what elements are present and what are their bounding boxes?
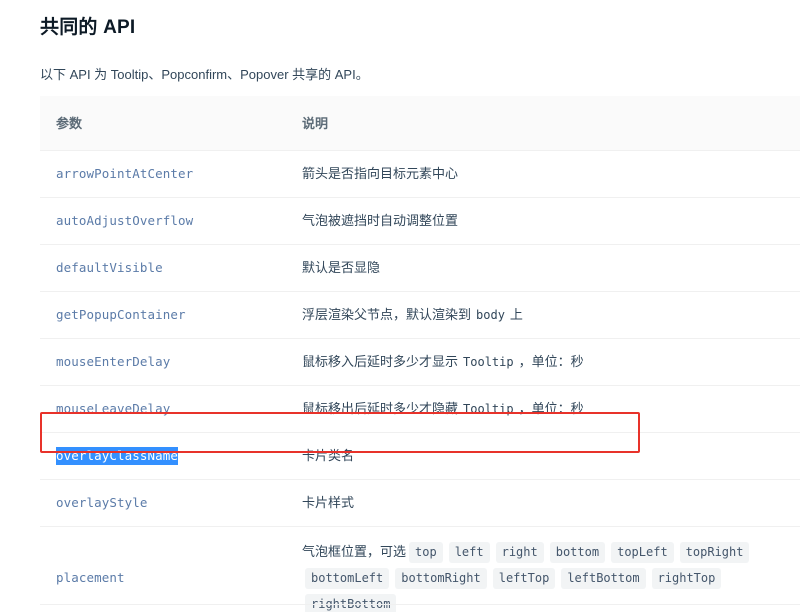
- description-text-suffix: 上: [509, 306, 523, 322]
- param-cell: overlayClassName: [40, 432, 285, 480]
- description-text: 鼠标移入后延时多少才显示: [302, 353, 459, 369]
- param-name-mouseLeaveDelay[interactable]: mouseLeaveDelay: [56, 401, 170, 416]
- option-chip-right: right: [495, 541, 544, 563]
- param-name-placement[interactable]: placement: [56, 570, 125, 585]
- param-name-defaultVisible[interactable]: defaultVisible: [56, 260, 163, 275]
- table-row: autoAdjustOverflow 气泡被遮挡时自动调整位置: [40, 197, 800, 245]
- table-row: mouseEnterDelay 鼠标移入后延时多少才显示 Tooltip ，单位：秒: [40, 338, 800, 386]
- param-name-overlayClassName[interactable]: overlayClassName: [56, 446, 179, 465]
- description-cell: 浮层渲染父节点，默认渲染到 body 上: [285, 291, 800, 339]
- option-chip-bottom: bottom: [549, 541, 606, 563]
- column-header-desc: 说明: [285, 96, 800, 151]
- page-title: 共同的 API: [40, 17, 136, 38]
- description-text: 气泡被遮挡时自动调整位置: [302, 212, 459, 228]
- table-header-row: 参数 说明: [40, 96, 800, 151]
- table-row: overlayStyle 卡片样式: [40, 479, 800, 527]
- description-text: 鼠标移出后延时多少才隐藏: [302, 400, 459, 416]
- param-cell: overlayStyle: [40, 479, 285, 527]
- table-row: arrowPointAtCenter 箭头是否指向目标元素中心: [40, 150, 800, 198]
- option-chip-bottomLeft: bottomLeft: [305, 567, 390, 589]
- description-cell: 气泡框位置，可选 top left right bottom topLeft topRigh…: [285, 526, 800, 612]
- option-chip-left: left: [448, 541, 490, 563]
- doc-header: 共同的 API 以下 API 为 Tooltip、Popconfirm、Popo…: [0, 0, 800, 86]
- option-chip-topRight: topRight: [679, 541, 750, 563]
- option-chip-leftTop: leftTop: [492, 567, 556, 589]
- option-chip-bottomRight: bottomRight: [395, 567, 487, 589]
- description-cell: 鼠标移出后延时多少才隐藏 Tooltip ，单位：秒: [285, 385, 800, 433]
- documentation-page: 共同的 API 以下 API 为 Tooltip、Popconfirm、Popo…: [0, 0, 800, 612]
- text-selection-highlight: overlayClassName: [56, 446, 179, 465]
- description-text-suffix: ，单位：秒: [518, 353, 584, 369]
- description-text: 气泡框位置，可选: [302, 543, 407, 559]
- option-chip-topLeft: topLeft: [611, 541, 674, 563]
- description-text: 卡片样式: [302, 494, 355, 510]
- description-cell: 卡片类名: [285, 432, 800, 480]
- description-text: 卡片类名: [302, 447, 355, 463]
- table-row: defaultVisible 默认是否显隐: [40, 244, 800, 292]
- table-row: overlayClassName 卡片类名: [40, 432, 800, 480]
- option-chip-leftBottom: leftBottom: [561, 567, 646, 589]
- description-cell: 箭头是否指向目标元素中心: [285, 150, 800, 198]
- description-cell: 气泡被遮挡时自动调整位置: [285, 197, 800, 245]
- param-name-arrowPointAtCenter[interactable]: arrowPointAtCenter: [56, 166, 193, 181]
- description-with-options: 气泡框位置，可选 top left right bottom topLeft topRigh…: [302, 541, 752, 612]
- param-name-autoAdjustOverflow[interactable]: autoAdjustOverflow: [56, 213, 193, 228]
- param-cell: arrowPointAtCenter: [40, 150, 285, 198]
- param-cell: placement: [40, 526, 285, 612]
- column-header-param: 参数: [40, 96, 285, 151]
- option-chip-rightBottom: rightBottom: [305, 593, 397, 612]
- param-name-overlayStyle[interactable]: overlayStyle: [56, 495, 148, 510]
- param-name-getPopupContainer[interactable]: getPopupContainer: [56, 307, 186, 322]
- param-cell: mouseLeaveDelay: [40, 385, 285, 433]
- description-cell: 卡片样式: [285, 479, 800, 527]
- param-cell: mouseEnterDelay: [40, 338, 285, 386]
- param-name-mouseEnterDelay[interactable]: mouseEnterDelay: [56, 354, 170, 369]
- description-text-suffix: ，单位：秒: [518, 400, 584, 416]
- description-cell: 鼠标移入后延时多少才显示 Tooltip ，单位：秒: [285, 338, 800, 386]
- param-cell: defaultVisible: [40, 244, 285, 292]
- description-text: 箭头是否指向目标元素中心: [302, 165, 459, 181]
- bottom-divider: [40, 604, 800, 605]
- table-row: getPopupContainer 浮层渲染父节点，默认渲染到 body 上: [40, 291, 800, 339]
- inline-code-Tooltip: Tooltip: [463, 354, 514, 369]
- table-row: placement 气泡框位置，可选 top left right bottom topLe…: [40, 526, 800, 612]
- description-text: 浮层渲染父节点，默认渲染到: [302, 306, 472, 322]
- option-chip-rightTop: rightTop: [651, 567, 722, 589]
- param-cell: getPopupContainer: [40, 291, 285, 339]
- option-chip-top: top: [409, 541, 443, 563]
- description-text: 默认是否显隐: [302, 259, 381, 275]
- inline-code-Tooltip: Tooltip: [463, 401, 514, 416]
- param-cell: autoAdjustOverflow: [40, 197, 285, 245]
- doc-intro-text: 以下 API 为 Tooltip、Popconfirm、Popover 共享的 …: [40, 67, 369, 82]
- description-cell: 默认是否显隐: [285, 244, 800, 292]
- table-head: 参数 说明: [40, 96, 800, 151]
- table-row: mouseLeaveDelay 鼠标移出后延时多少才隐藏 Tooltip ，单位：秒: [40, 385, 800, 433]
- inline-code-body: body: [476, 307, 505, 322]
- api-table: 参数 说明 arrowPointAtCenter 箭头是否指向目标元素中心 auto…: [40, 96, 800, 612]
- table-body: arrowPointAtCenter 箭头是否指向目标元素中心 autoAdjust…: [40, 150, 800, 612]
